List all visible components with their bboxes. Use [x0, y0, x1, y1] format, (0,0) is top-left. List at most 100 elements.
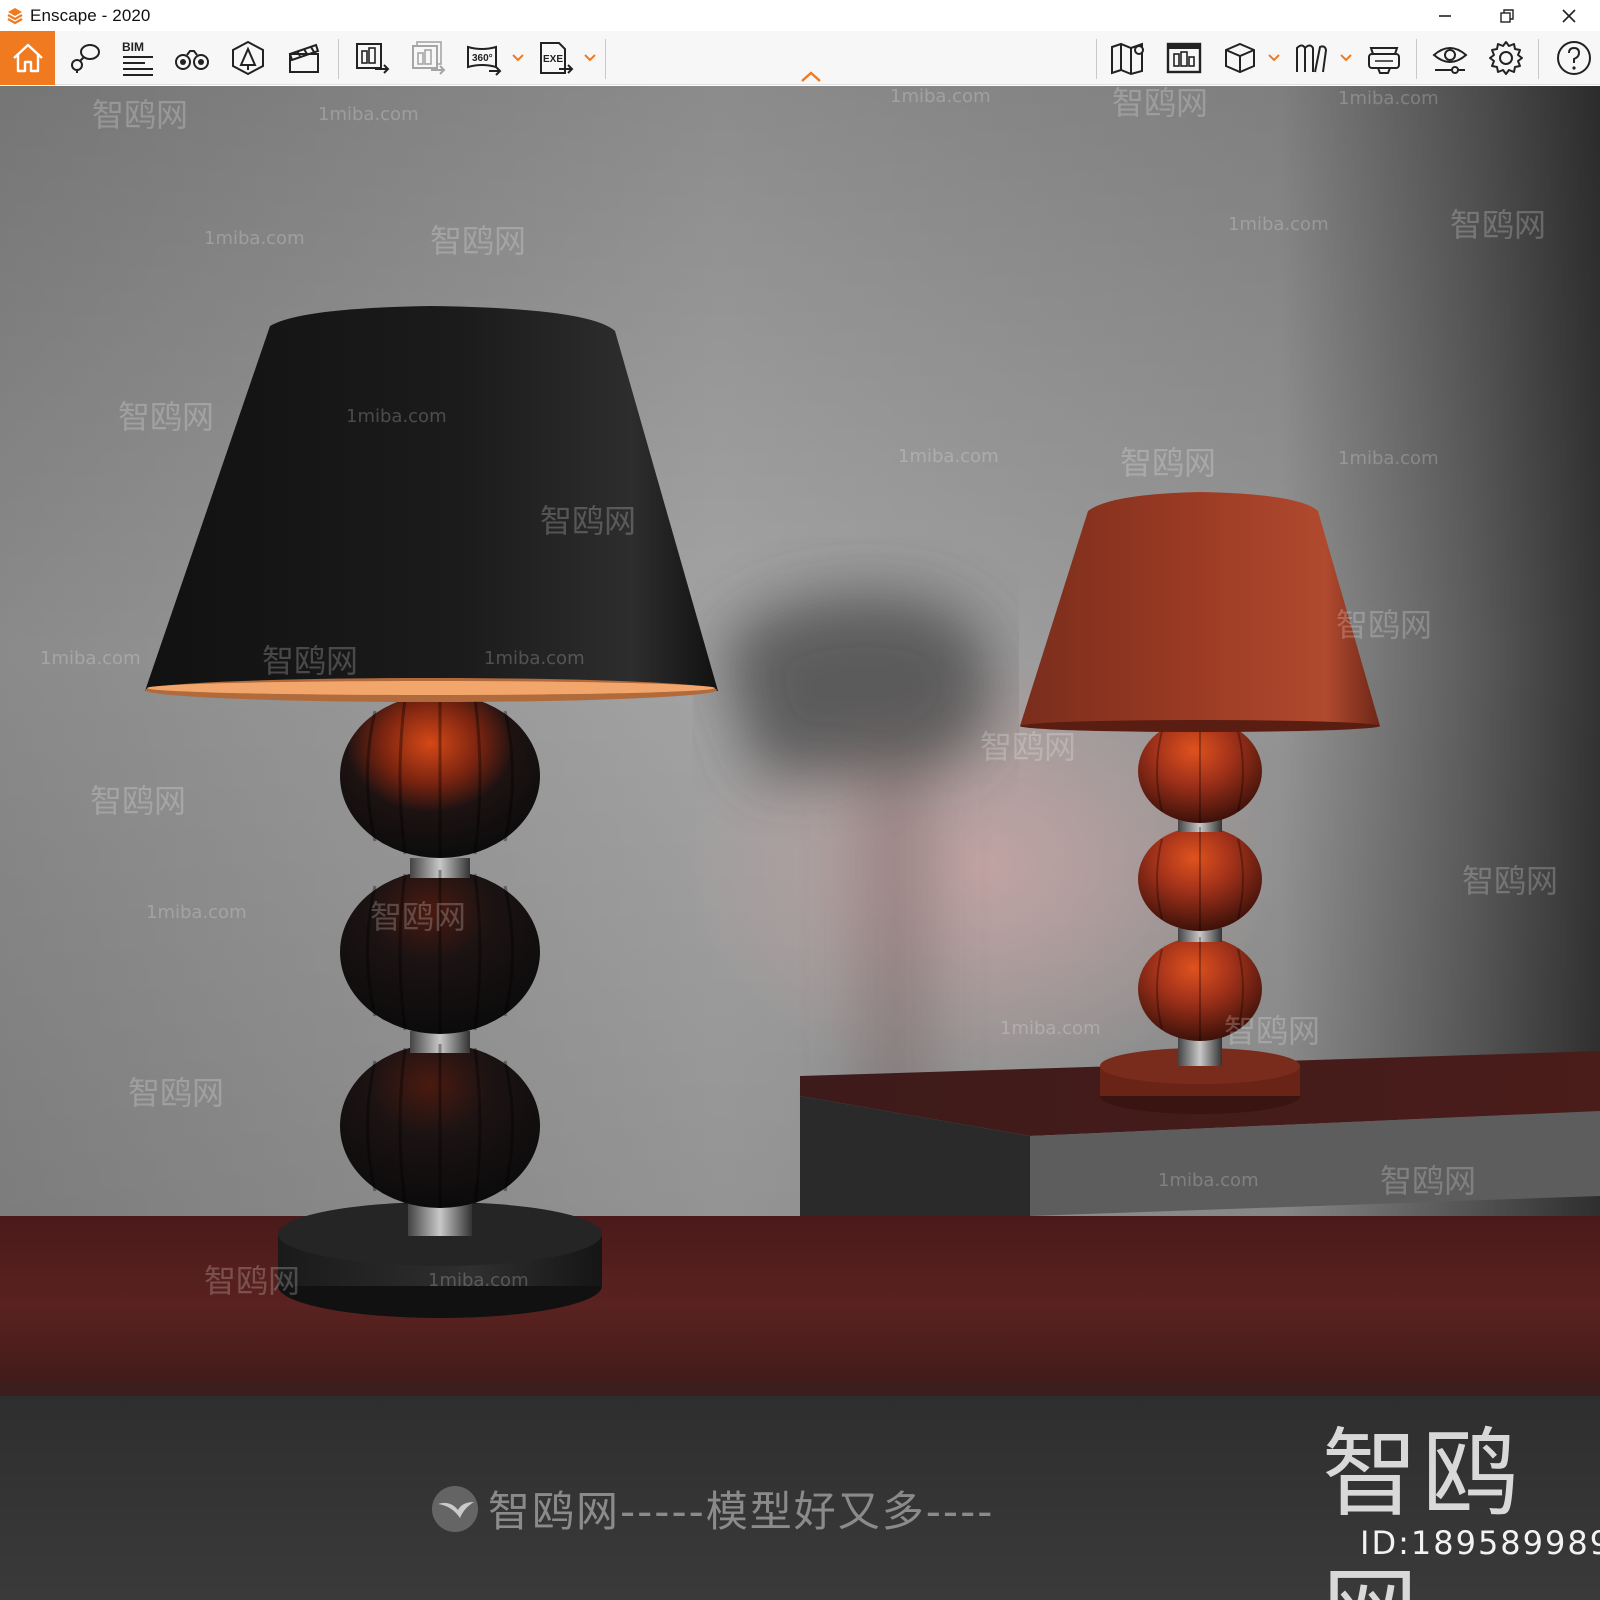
clapperboard-icon — [288, 43, 320, 73]
minimize-button[interactable] — [1414, 0, 1476, 31]
book-library-icon — [1296, 44, 1328, 73]
light-view-icon — [232, 40, 264, 76]
library-dropdown[interactable] — [1338, 31, 1354, 85]
watermark-cn: 智鸥网 — [370, 898, 467, 936]
watermark: 1miba.com — [1158, 1170, 1259, 1191]
watermark-cn: 智鸥网 — [980, 728, 1077, 766]
toolbar-separator — [605, 39, 606, 79]
map-icon — [1111, 42, 1144, 76]
watermark-cn: 智鸥网 — [118, 398, 215, 436]
video-editor-button[interactable] — [282, 31, 326, 85]
binoculars-icon — [175, 50, 209, 70]
exe-label: EXE — [543, 54, 563, 65]
help-button[interactable] — [1552, 31, 1596, 85]
vr-headset-icon — [1368, 47, 1400, 74]
watermark-banner-text: 智鸥网-----模型好又多---- — [488, 1487, 995, 1536]
restore-icon — [1500, 8, 1514, 23]
watermark-cn: 智鸥网 — [1462, 862, 1559, 900]
batch-render-icon — [412, 41, 446, 75]
asset-library-button[interactable] — [1218, 31, 1262, 85]
material-library-button[interactable] — [1290, 31, 1334, 85]
watermark-cn: 智鸥网 — [90, 782, 187, 820]
panorama-button[interactable]: 360° — [462, 31, 506, 85]
image-gallery-icon — [1166, 42, 1202, 74]
toolbar-separator — [1538, 39, 1539, 79]
vr-headset-button[interactable] — [1362, 31, 1406, 85]
export-exe-button[interactable]: EXE — [534, 31, 578, 85]
minimize-icon — [1439, 14, 1451, 17]
asset-dropdown[interactable] — [1266, 31, 1282, 85]
visual-settings-button[interactable] — [1428, 31, 1472, 85]
window-controls — [1414, 0, 1600, 31]
watermark: 1miba.com — [318, 104, 419, 125]
view-locations-icon — [71, 44, 100, 73]
bim-button[interactable]: BIM — [116, 31, 160, 85]
help-icon — [1557, 41, 1591, 75]
watermark-cn: 智鸥网 — [1112, 86, 1209, 122]
toolbar-separator — [338, 39, 339, 79]
title-bar: Enscape - 2020 — [0, 0, 1600, 31]
watermark-cn: 智鸥网 — [1224, 1012, 1321, 1050]
watermark-cn: 智鸥网 — [1450, 206, 1547, 244]
watermark: 1miba.com — [40, 648, 141, 669]
watermark: 1miba.com — [898, 446, 999, 467]
collapse-toolbar-button[interactable] — [798, 69, 824, 85]
main-toolbar: BIM 360° EXE — [0, 31, 1600, 85]
batch-render-button[interactable] — [406, 31, 450, 85]
exe-dropdown[interactable] — [582, 31, 598, 85]
light-view-button[interactable] — [226, 31, 270, 85]
watermark: 1miba.com — [484, 648, 585, 669]
watermark-cn: 智鸥网 — [92, 96, 189, 134]
scene-render — [0, 86, 1600, 1600]
watermark-cn: 智鸥网 — [430, 222, 527, 260]
watermark-cn: 智鸥网 — [540, 502, 637, 540]
view-locations-button[interactable] — [62, 31, 106, 85]
watermark: 1miba.com — [146, 902, 247, 923]
watermark: 1miba.com — [1228, 214, 1329, 235]
enscape-logo-icon — [7, 7, 23, 24]
chevron-up-icon — [801, 71, 821, 82]
chevron-down-icon — [584, 54, 596, 62]
chevron-down-icon — [1340, 54, 1352, 62]
watermark: 1miba.com — [1000, 1018, 1101, 1039]
map-button[interactable] — [1106, 31, 1150, 85]
watermark-big: 智鸥网 — [1322, 1418, 1522, 1600]
watermark-cn: 智鸥网 — [1120, 444, 1217, 482]
watermark: 1miba.com — [204, 228, 305, 249]
panorama-360-icon: 360° — [467, 45, 502, 76]
gear-icon — [1489, 41, 1523, 75]
chevron-down-icon — [1268, 54, 1280, 62]
watermark-cn: 智鸥网 — [1336, 606, 1433, 644]
watermark: 1miba.com — [428, 1270, 529, 1291]
walk-mode-button[interactable] — [170, 31, 214, 85]
toolbar-separator — [1416, 39, 1417, 79]
watermark-id: ID:189589989 — [1360, 1524, 1600, 1562]
render-image-icon — [356, 43, 390, 74]
watermark-cn: 智鸥网 — [1380, 1162, 1477, 1200]
gallery-button[interactable] — [1162, 31, 1206, 85]
watermark: 1miba.com — [1338, 88, 1439, 109]
close-icon — [1562, 8, 1576, 23]
panorama-dropdown[interactable] — [510, 31, 526, 85]
bim-label: BIM — [122, 40, 144, 54]
watermark-banner: 智鸥网-----模型好又多---- — [430, 1478, 994, 1539]
panorama-label: 360° — [472, 53, 493, 64]
watermark-cn: 智鸥网 — [262, 642, 359, 680]
close-button[interactable] — [1538, 0, 1600, 31]
render-viewport[interactable]: 1miba.com 1miba.com 1miba.com 1miba.com … — [0, 86, 1600, 1600]
watermark-cn: 智鸥网 — [128, 1074, 225, 1112]
watermark: 1miba.com — [890, 86, 991, 107]
home-icon — [12, 43, 43, 73]
settings-button[interactable] — [1484, 31, 1528, 85]
bim-info-icon: BIM — [122, 40, 153, 76]
window-title: Enscape - 2020 — [30, 5, 151, 25]
render-image-button[interactable] — [350, 31, 394, 85]
home-button[interactable] — [0, 31, 55, 85]
watermark-cn: 智鸥网 — [204, 1262, 301, 1300]
bird-logo-icon — [432, 1485, 478, 1532]
cube-asset-icon — [1225, 42, 1255, 74]
export-exe-icon: EXE — [540, 42, 574, 74]
restore-button[interactable] — [1476, 0, 1538, 31]
eye-settings-icon — [1432, 47, 1468, 74]
watermark: 1miba.com — [1338, 448, 1439, 469]
